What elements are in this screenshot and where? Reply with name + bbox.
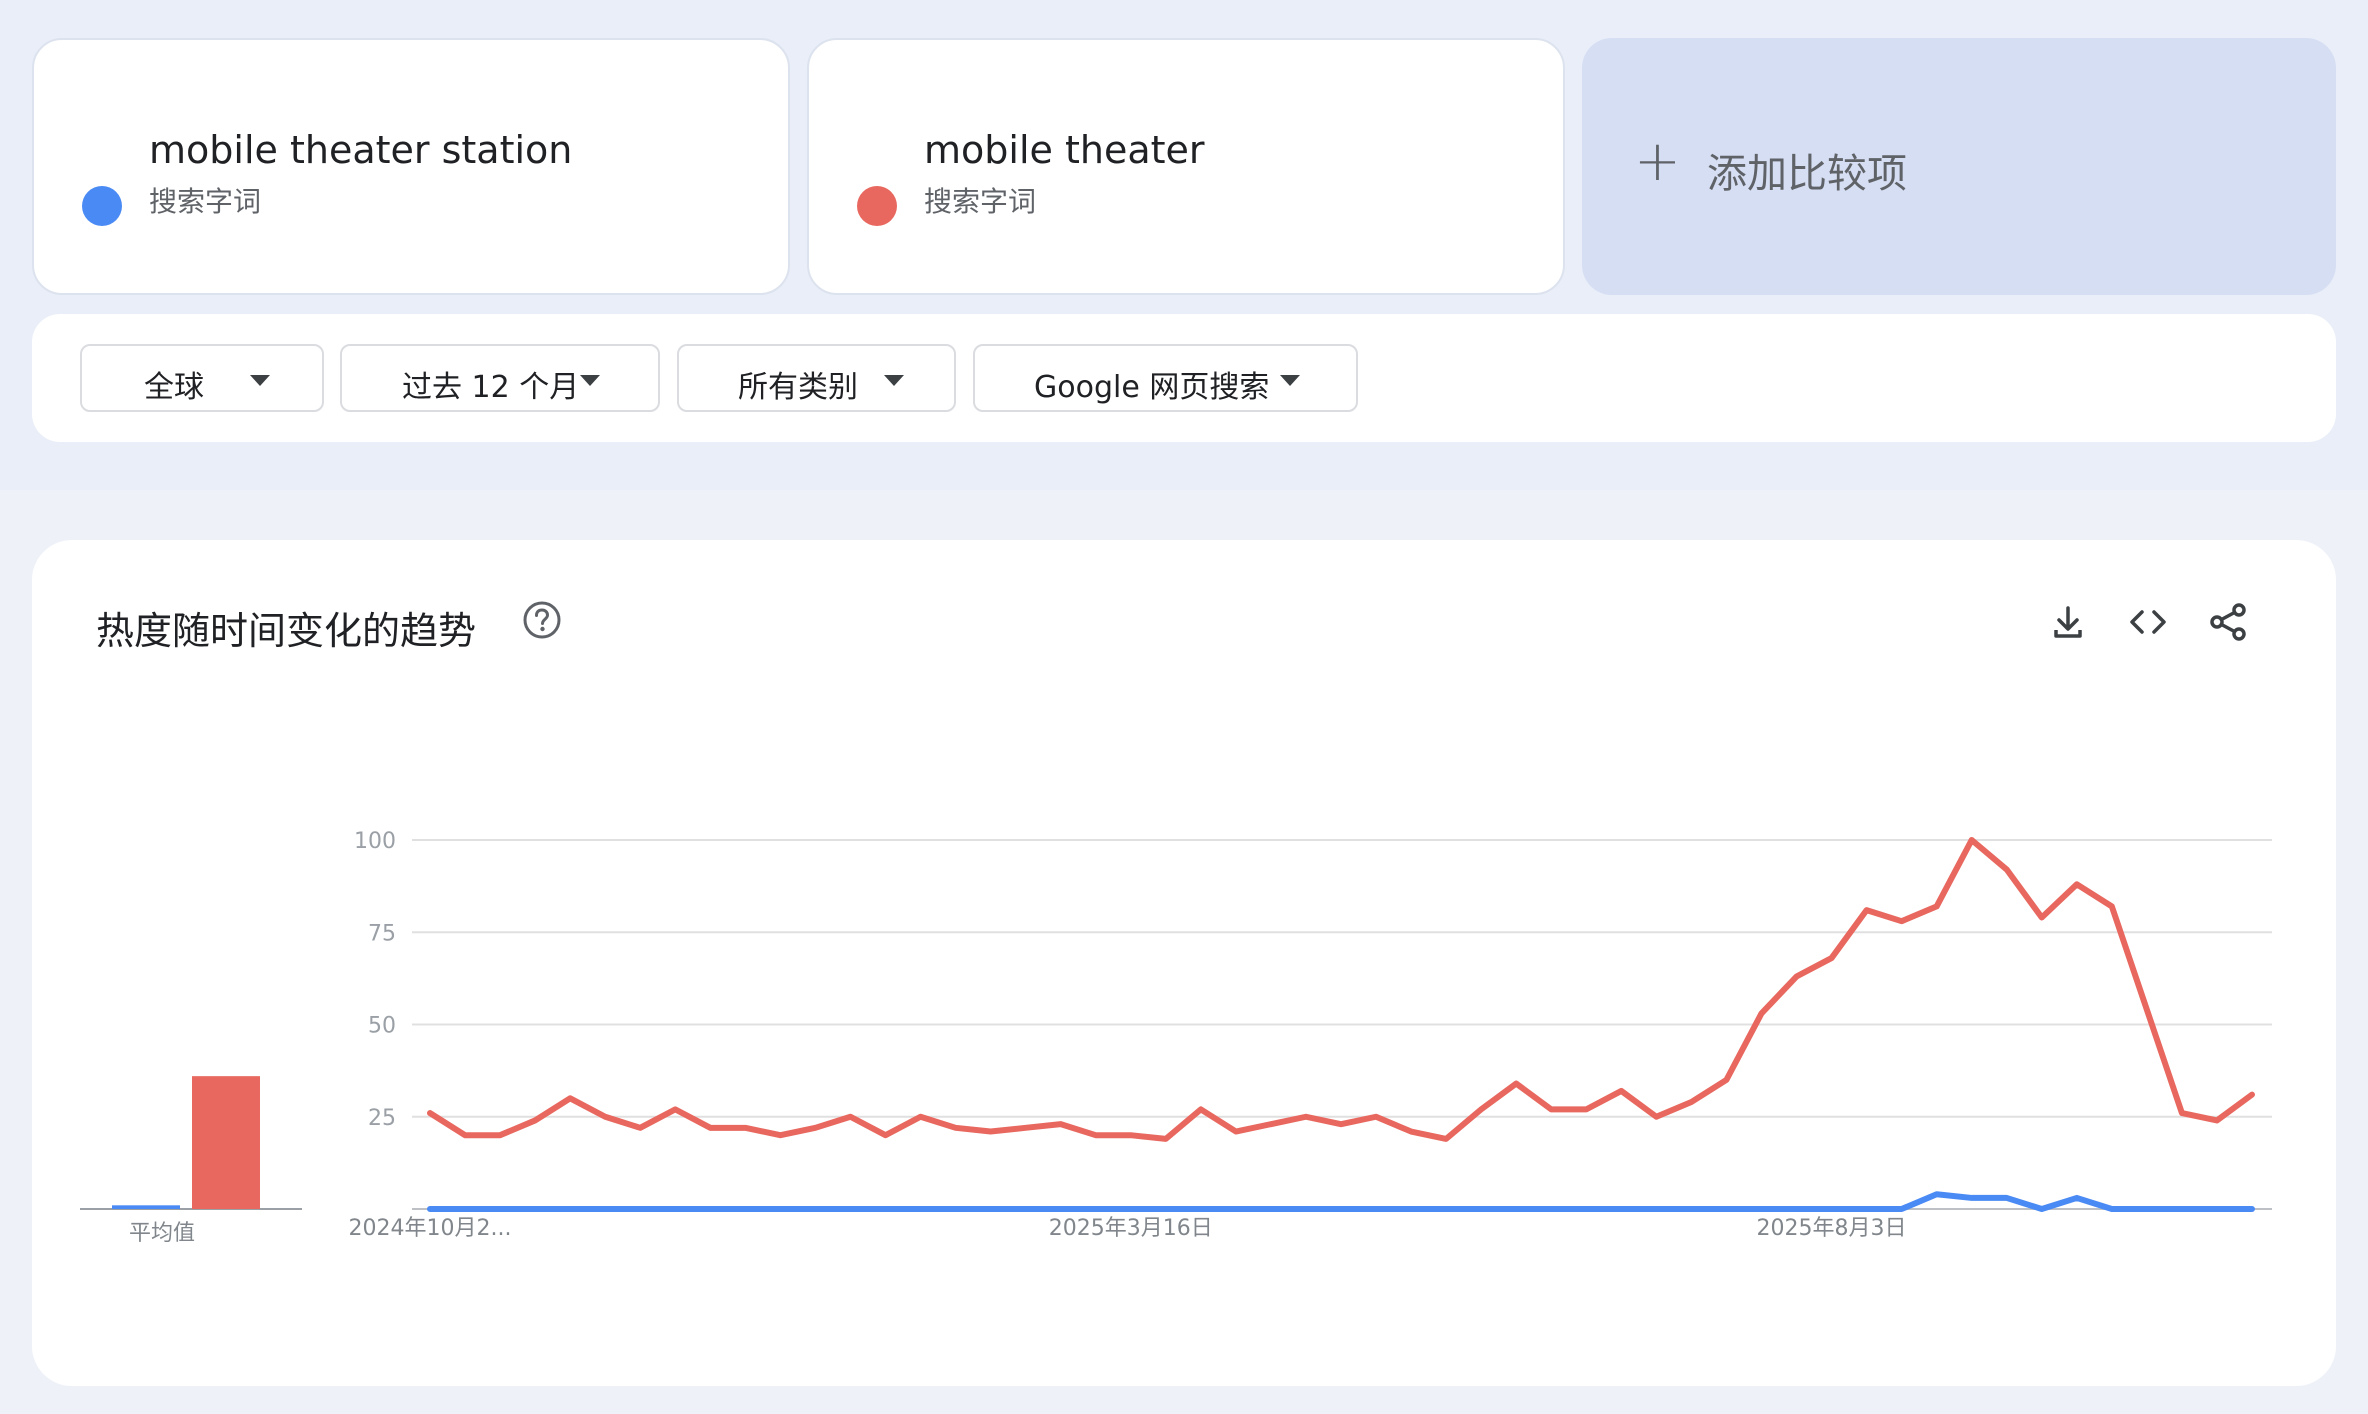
average-label: 平均值 — [128, 1221, 195, 1246]
interest-over-time-card: 热度随时间变化的趋势 100 75 50 25 2024年10月2... 2025年3月1… — [32, 540, 2336, 1386]
y-tick-label: 50 — [368, 1014, 396, 1039]
term-type: 搜索字词 — [149, 185, 262, 218]
trend-chart: 100 75 50 25 2024年10月2... 2025年3月16日 2025年8月3日 — [80, 829, 2272, 1241]
chevron-down-icon — [1280, 375, 1300, 386]
chevron-down-icon — [884, 375, 904, 386]
series-line-mobile-theater-station — [427, 1191, 2255, 1212]
series-color-dot — [857, 186, 897, 226]
y-tick-label: 25 — [368, 1106, 396, 1131]
region-filter-dropdown[interactable]: 全球 — [80, 344, 324, 412]
time-range-filter-dropdown[interactable]: 过去 12 个月 — [340, 344, 660, 412]
term-name: mobile theater station — [149, 128, 573, 172]
category-filter-label: 所有类别 — [738, 370, 858, 405]
search-type-filter-dropdown[interactable]: Google 网页搜索 — [973, 344, 1358, 412]
plus-icon: + — [1634, 129, 1681, 194]
y-tick-label: 75 — [368, 921, 396, 946]
chevron-down-icon — [250, 375, 270, 386]
average-bar-mobile-theater-station — [112, 1205, 180, 1209]
chevron-down-icon — [580, 375, 600, 386]
x-tick-label: 2025年8月3日 — [1757, 1216, 1907, 1241]
time-range-filter-label: 过去 12 个月 — [402, 370, 580, 405]
term-name: mobile theater — [924, 128, 1205, 172]
series-color-dot — [82, 186, 122, 226]
x-tick-label: 2024年10月2... — [349, 1216, 512, 1241]
series-line-mobile-theater — [427, 837, 2255, 1142]
filter-bar: 全球 过去 12 个月 所有类别 Google 网页搜索 — [32, 314, 2336, 442]
add-comparison-label: 添加比较项 — [1707, 151, 1907, 197]
y-tick-label: 100 — [354, 829, 396, 854]
term-card-2[interactable]: mobile theater 搜索字词 — [807, 38, 1565, 295]
search-type-filter-label: Google 网页搜索 — [1034, 370, 1270, 405]
category-filter-dropdown[interactable]: 所有类别 — [677, 344, 956, 412]
term-type: 搜索字词 — [924, 185, 1037, 218]
x-tick-label: 2025年3月16日 — [1049, 1216, 1213, 1241]
term-card-1[interactable]: mobile theater station 搜索字词 — [32, 38, 790, 295]
average-bar-mobile-theater — [192, 1076, 260, 1209]
region-filter-label: 全球 — [144, 370, 204, 405]
add-comparison-button[interactable]: + 添加比较项 — [1582, 38, 2336, 295]
